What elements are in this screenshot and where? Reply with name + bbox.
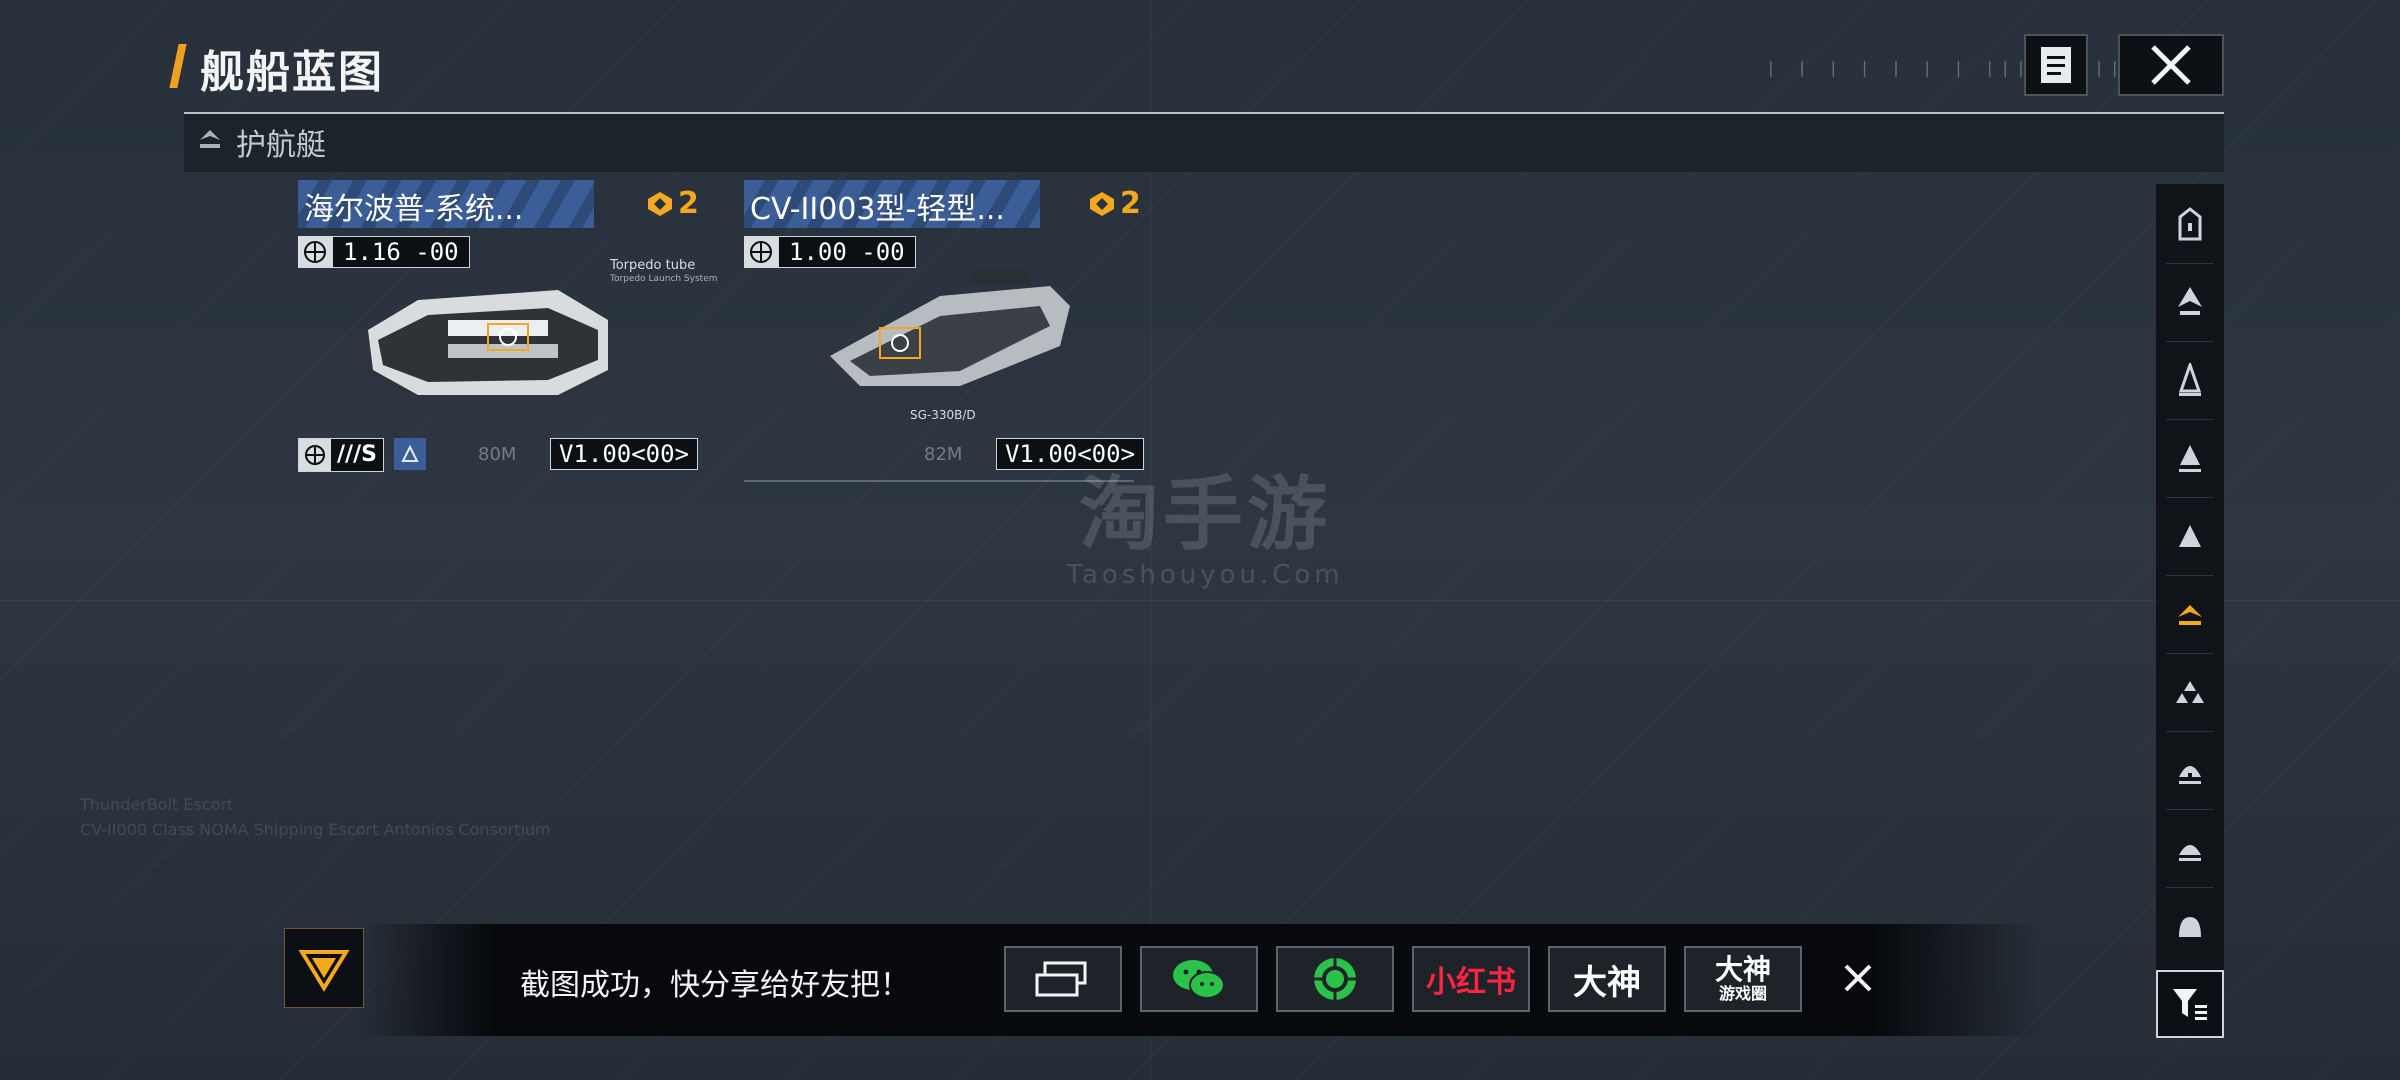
sidebar-item-corvette[interactable] xyxy=(2156,732,2224,808)
ship-tags: ///S xyxy=(298,438,426,472)
scale-line xyxy=(744,480,1134,482)
blueprint-badge: 2 xyxy=(1088,186,1141,221)
ship-version: V1.00<00> xyxy=(996,438,1144,470)
filter-button[interactable] xyxy=(2156,970,2224,1038)
sidebar-item-transport[interactable] xyxy=(2156,888,2224,964)
dashen-label: 大神 xyxy=(1573,962,1641,1003)
category-bar xyxy=(184,114,2224,172)
battleship-class-icon xyxy=(2178,287,2202,315)
ship-name: CV-II003型-轻型... xyxy=(750,192,1005,227)
share-moments-button[interactable] xyxy=(1276,946,1394,1012)
blueprint-count-icon xyxy=(1090,191,1114,216)
notes-button[interactable] xyxy=(2024,34,2088,96)
share-xiaohongshu-button[interactable]: 小红书 xyxy=(1412,946,1530,1012)
ship-image xyxy=(830,270,1070,386)
frigate-class-icon xyxy=(2179,525,2201,547)
blueprint-count: 2 xyxy=(1120,186,1141,221)
ship-range: 80M xyxy=(478,444,517,465)
bg-text: ThunderBolt Escort xyxy=(80,795,234,814)
carrier-class-icon xyxy=(2178,207,2202,241)
share-message: 截图成功，快分享给好友把！ xyxy=(520,968,910,1003)
game-logo xyxy=(284,928,364,1008)
blueprint-count-icon xyxy=(648,191,672,216)
bg-text: CV-II000 Class NOMA Shipping Escort Anto… xyxy=(80,820,551,839)
watermark-title: 淘手游 xyxy=(1079,468,1331,561)
watermark: 淘手游 Taoshouyou.Com xyxy=(1060,468,1350,591)
sidebar-item-fighter[interactable] xyxy=(2156,654,2224,730)
close-icon xyxy=(1844,964,1872,992)
notes-icon xyxy=(2041,47,2071,83)
fighter-squadron-icon xyxy=(2176,681,2204,703)
ship-annotation-sub: Torpedo Launch System xyxy=(610,274,718,284)
share-close-button[interactable] xyxy=(1836,956,1880,1000)
ship-version: V1.00<00> xyxy=(550,438,698,470)
game-logo-icon xyxy=(298,950,350,992)
ship-image xyxy=(368,290,608,395)
blueprint-count: 2 xyxy=(678,186,699,221)
close-icon xyxy=(2151,45,2191,85)
transport-class-icon xyxy=(2179,917,2201,937)
screenshot-share-icon xyxy=(1035,961,1087,997)
weapon-icon xyxy=(299,439,331,471)
share-screenshot-button[interactable] xyxy=(1004,946,1122,1012)
xiaohongshu-label: 小红书 xyxy=(1426,965,1516,1000)
watermark-url: Taoshouyou.Com xyxy=(1066,560,1344,590)
filter-icon xyxy=(2173,989,2207,1020)
escort-ship-icon xyxy=(200,130,220,148)
globe-icon xyxy=(744,236,778,268)
special-ability-icon xyxy=(393,438,426,470)
class-tag: ///S xyxy=(298,438,384,472)
share-dashen-circle-button[interactable]: 大神 游戏圈 xyxy=(1684,946,1802,1012)
share-wechat-button[interactable] xyxy=(1140,946,1258,1012)
support-class-icon xyxy=(2179,845,2201,861)
share-dashen-button[interactable]: 大神 xyxy=(1548,946,1666,1012)
destroyer-class-icon xyxy=(2179,445,2201,472)
bg-line xyxy=(0,600,2400,601)
sidebar-item-carrier[interactable] xyxy=(2156,186,2224,262)
dashen-circle-sublabel: 游戏圈 xyxy=(1718,984,1767,1003)
ship-card[interactable]: 海尔波普-系统... 2 1.16 -00 Torpedo tube Torpe… xyxy=(298,180,718,480)
moments-icon xyxy=(1314,958,1356,1000)
sidebar-item-escort[interactable] xyxy=(2156,576,2224,652)
ship-annotation: SG-330B/D xyxy=(910,408,976,422)
blueprint-badge: 2 xyxy=(646,186,699,221)
wechat-icon xyxy=(1173,960,1225,999)
sidebar-item-cruiser[interactable] xyxy=(2156,342,2224,418)
corvette-class-icon xyxy=(2179,766,2201,784)
category-label: 护航艇 xyxy=(236,128,326,163)
dashen-circle-label: 大神 xyxy=(1714,953,1771,986)
close-button[interactable] xyxy=(2118,34,2224,96)
ship-card[interactable]: CV-II003型-轻型... 2 1.00 -00 SG-330B/D 82M… xyxy=(744,180,1164,482)
ship-range: 82M xyxy=(924,444,963,465)
ship-annotation: Torpedo tube xyxy=(610,258,696,273)
sidebar-item-support[interactable] xyxy=(2156,810,2224,886)
ship-class-sidebar xyxy=(2156,184,2224,1038)
page-title: 舰船蓝图 xyxy=(200,47,384,98)
globe-icon xyxy=(298,236,332,268)
sidebar-item-frigate[interactable] xyxy=(2156,498,2224,574)
sidebar-item-destroyer[interactable] xyxy=(2156,420,2224,496)
ship-name: 海尔波普-系统... xyxy=(304,192,524,227)
escort-ship-icon xyxy=(2178,605,2202,625)
sidebar-item-battleship[interactable] xyxy=(2156,264,2224,340)
cruiser-class-icon xyxy=(2178,363,2202,396)
class-tag-label: ///S xyxy=(331,439,383,471)
